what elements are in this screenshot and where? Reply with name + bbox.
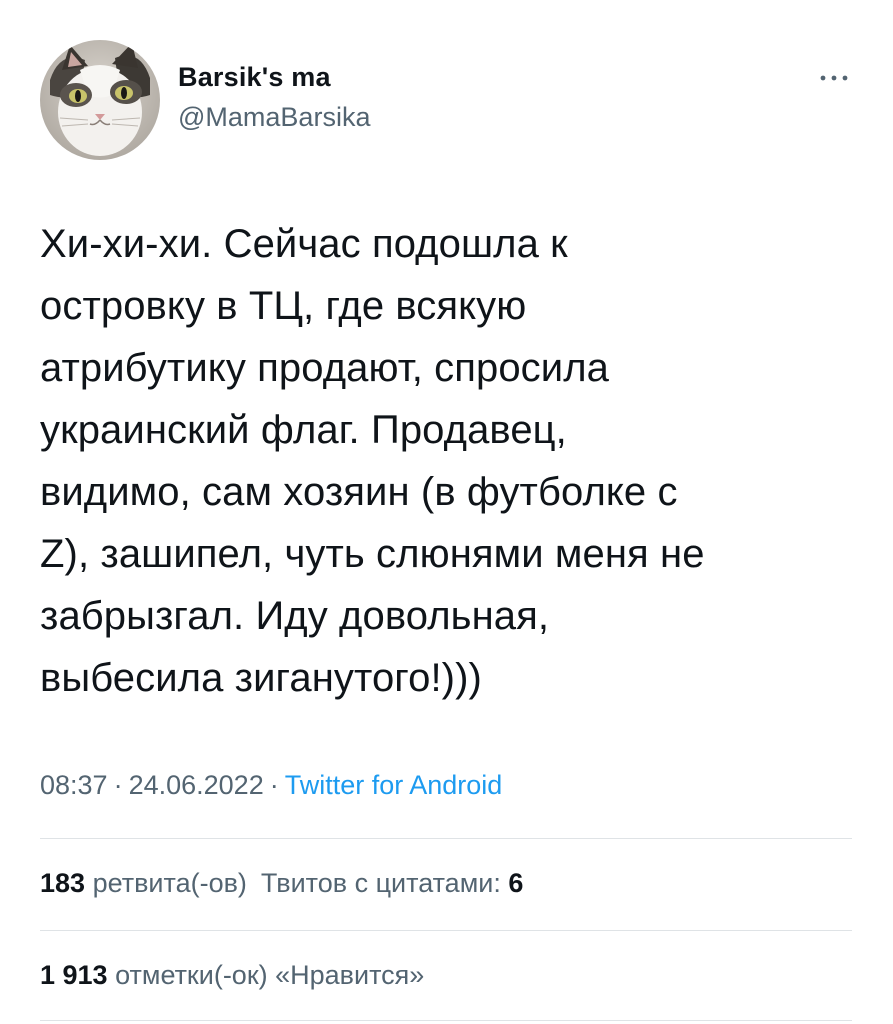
avatar[interactable]	[40, 40, 160, 160]
more-horizontal-icon	[820, 75, 848, 81]
divider	[40, 1020, 852, 1021]
quotes-label: Твитов с цитатами:	[260, 868, 501, 898]
author-display-name[interactable]: Barsik's ma	[178, 62, 331, 93]
tweet-meta: 08:37 · 24.06.2022 · Twitter for Android	[40, 770, 502, 801]
divider	[40, 930, 852, 931]
tweet-time[interactable]: 08:37	[40, 770, 108, 800]
retweets-label: ретвита(-ов)	[92, 868, 247, 898]
stats-row-likes: 1 913 отметки(-ок) «Нравится»	[40, 960, 424, 991]
tweet-source-link[interactable]: Twitter for Android	[285, 770, 503, 800]
meta-separator: ·	[113, 770, 123, 800]
author-handle[interactable]: @MamaBarsika	[178, 102, 370, 133]
tweet: Barsik's ma @MamaBarsika Хи-хи-хи. Сейча…	[0, 0, 893, 1024]
retweets-stat[interactable]: 183 ретвита(-ов)	[40, 868, 247, 898]
stats-row-retweets: 183 ретвита(-ов) Твитов с цитатами: 6	[40, 868, 523, 899]
meta-separator: ·	[269, 770, 279, 800]
likes-stat[interactable]: 1 913 отметки(-ок) «Нравится»	[40, 960, 424, 990]
tweet-header: Barsik's ma @MamaBarsika	[40, 40, 860, 160]
more-options-button[interactable]	[814, 66, 854, 90]
divider	[40, 838, 852, 839]
likes-label: отметки(-ок) «Нравится»	[115, 960, 425, 990]
retweets-count: 183	[40, 868, 86, 898]
quotes-stat[interactable]: Твитов с цитатами: 6	[261, 868, 523, 898]
cat-photo-avatar	[40, 40, 160, 160]
tweet-date[interactable]: 24.06.2022	[129, 770, 264, 800]
likes-count: 1 913	[40, 960, 108, 990]
quotes-count: 6	[508, 868, 524, 898]
tweet-text: Хи-хи-хи. Сейчас подошла к островку в ТЦ…	[40, 222, 705, 700]
